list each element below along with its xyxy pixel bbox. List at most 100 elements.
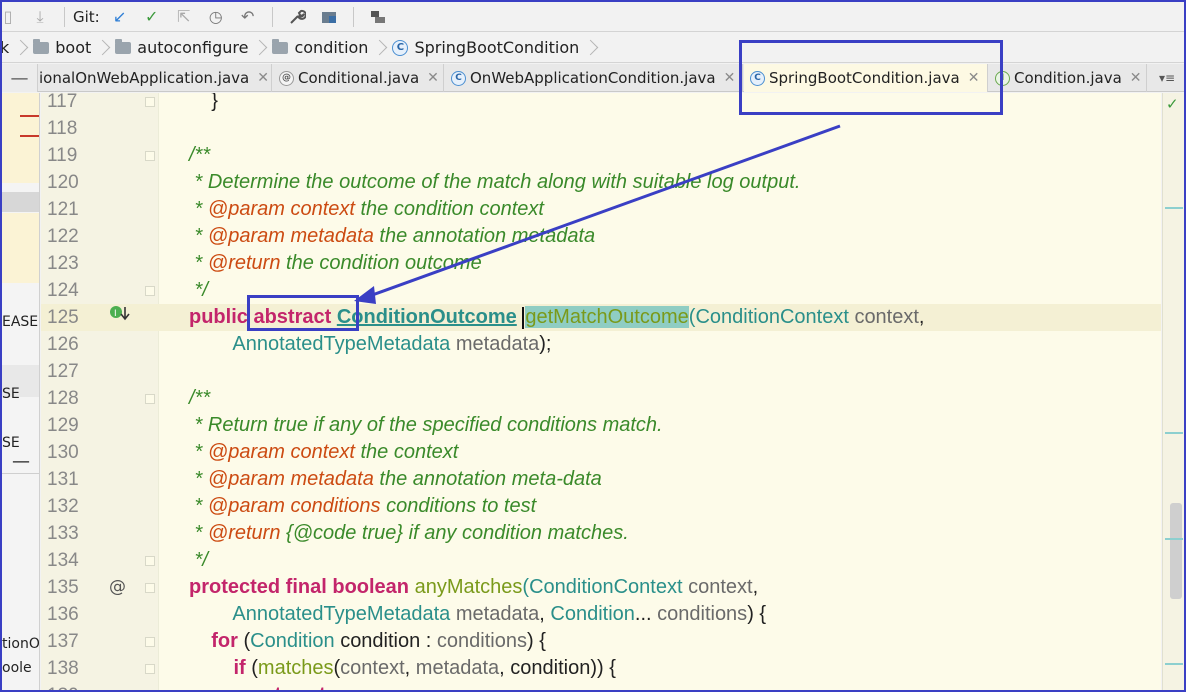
interface-icon: I xyxy=(995,70,1010,86)
tab-onwebapplicationcondition[interactable]: C OnWebApplicationCondition.java ✕ xyxy=(445,64,743,92)
line-number: 121 xyxy=(47,199,79,220)
code-line: 119 /** xyxy=(41,142,1161,169)
toolbar-separator xyxy=(352,6,354,27)
code-text: AnnotatedTypeMetadata metadata); xyxy=(232,333,552,355)
code-line: 132 * @param conditions conditions to te… xyxy=(41,493,1161,520)
git-commit-icon[interactable]: ✓ xyxy=(140,5,164,29)
panel-minus-icon[interactable]: — xyxy=(12,451,30,472)
line-number: 132 xyxy=(47,496,79,517)
implemented-method-icon[interactable]: I xyxy=(109,304,131,331)
code-line: 135 @ protected final boolean anyMatches… xyxy=(41,574,1161,601)
tree-item-label[interactable]: SE xyxy=(2,386,20,402)
fold-marker-icon[interactable] xyxy=(145,394,155,404)
change-marker xyxy=(20,135,39,137)
project-panel-strip: EASE SE SE — tionO oole xyxy=(2,93,40,690)
tab-overflow-menu-icon[interactable]: ▾≡ xyxy=(1150,64,1184,92)
line-number: 137 xyxy=(47,631,79,652)
line-number: 123 xyxy=(47,253,79,274)
tab-conditionalonwebapplication[interactable]: ionalOnWebApplication.java ✕ xyxy=(39,64,272,92)
close-icon[interactable]: ✕ xyxy=(257,70,269,86)
toolbar-separator xyxy=(64,6,65,27)
folder-icon xyxy=(115,38,132,54)
fold-marker-icon[interactable] xyxy=(145,286,155,296)
code-line: 130 * @param context the context xyxy=(41,439,1161,466)
panel-divider xyxy=(2,473,39,474)
line-number: 138 xyxy=(47,658,79,679)
code-text: AnnotatedTypeMetadata metadata, Conditio… xyxy=(232,603,767,625)
toolbar-separator xyxy=(271,6,273,27)
code-line: 128 /** xyxy=(41,385,1161,412)
panel-highlight xyxy=(2,213,39,283)
scroll-marker[interactable] xyxy=(1165,207,1183,209)
git-compare-icon[interactable]: ⇱ xyxy=(172,5,196,29)
tree-item-label[interactable]: SE xyxy=(2,435,20,451)
scroll-marker[interactable] xyxy=(1165,538,1183,540)
breadcrumb-item-condition[interactable]: condition xyxy=(264,38,368,57)
close-icon[interactable]: ✕ xyxy=(427,70,439,86)
tab-label: OnWebApplicationCondition.java xyxy=(470,69,716,87)
abstract-class-icon: C xyxy=(750,70,765,86)
code-line: 131 * @param metadata the annotation met… xyxy=(41,466,1161,493)
code-line: 139 return true; xyxy=(41,682,1161,690)
line-number: 125 xyxy=(47,307,79,328)
close-icon[interactable]: ✕ xyxy=(968,70,980,86)
editor-scrollbar[interactable]: ✓ xyxy=(1162,93,1184,690)
fold-marker-icon[interactable] xyxy=(145,556,155,566)
code-line: 127 xyxy=(41,358,1161,385)
fold-marker-icon[interactable] xyxy=(145,583,155,593)
line-number: 124 xyxy=(47,280,79,301)
tree-item-label[interactable]: oole xyxy=(2,660,32,676)
panel-highlight xyxy=(2,93,39,183)
git-rollback-icon[interactable]: ↶ xyxy=(236,5,260,29)
code-text: * @param conditions conditions to test xyxy=(189,495,537,517)
scroll-marker[interactable] xyxy=(1165,663,1183,665)
project-structure-icon[interactable] xyxy=(317,5,341,29)
sdk-manager-icon[interactable] xyxy=(366,5,390,29)
code-text: * @return {@code true} if any condition … xyxy=(189,522,629,544)
code-text: * Determine the outcome of the match alo… xyxy=(189,171,801,193)
git-update-icon[interactable]: ↙ xyxy=(108,5,132,29)
inspection-ok-check-icon[interactable]: ✓ xyxy=(1166,95,1179,113)
collapse-minus-icon[interactable]: — xyxy=(2,64,38,92)
edit-icon[interactable]: ▯ xyxy=(2,5,20,29)
code-text: for (Condition condition : conditions) { xyxy=(211,630,546,652)
close-icon[interactable]: ✕ xyxy=(724,70,736,86)
scrollbar-thumb[interactable] xyxy=(1170,503,1182,599)
code-line: 121 * @param context the condition conte… xyxy=(41,196,1161,223)
tab-condition[interactable]: I Condition.java ✕ xyxy=(989,64,1147,92)
code-line-current: 125 I public abstract ConditionOutcome g… xyxy=(41,304,1161,331)
tab-conditional[interactable]: @ Conditional.java ✕ xyxy=(273,64,444,92)
git-history-icon[interactable]: ◷ xyxy=(204,5,228,29)
download-icon[interactable]: ⤓ xyxy=(28,5,52,29)
code-line: 117 } xyxy=(41,93,1161,115)
tab-springbootcondition[interactable]: C SpringBootCondition.java ✕ xyxy=(744,64,988,92)
panel-selection xyxy=(2,192,39,212)
code-text: public abstract ConditionOutcome getMatc… xyxy=(189,306,925,329)
settings-wrench-icon[interactable] xyxy=(285,5,309,29)
breadcrumb-item-boot[interactable]: boot xyxy=(25,38,91,57)
breadcrumb-item-autoconfigure[interactable]: autoconfigure xyxy=(107,38,248,57)
code-line: 118 xyxy=(41,115,1161,142)
code-editor[interactable]: 117 } 118 119 /** 120 * Determine the ou… xyxy=(41,93,1161,690)
code-line: 122 * @param metadata the annotation met… xyxy=(41,223,1161,250)
line-number: 120 xyxy=(47,172,79,193)
breadcrumb-label: k xyxy=(0,38,10,57)
breadcrumb-item-springbootcondition[interactable]: C SpringBootCondition xyxy=(384,38,579,57)
fold-marker-icon[interactable] xyxy=(145,151,155,161)
code-line: 124 */ xyxy=(41,277,1161,304)
fold-marker-icon[interactable] xyxy=(145,664,155,674)
svg-text:I: I xyxy=(114,309,117,319)
scroll-marker[interactable] xyxy=(1165,432,1183,434)
code-text: * @param metadata the annotation metadat… xyxy=(189,225,596,247)
override-at-icon[interactable]: @ xyxy=(109,574,126,601)
fold-marker-icon[interactable] xyxy=(145,97,155,107)
breadcrumb-label: boot xyxy=(55,38,92,57)
close-icon[interactable]: ✕ xyxy=(1130,70,1142,86)
tree-item-label[interactable]: EASE xyxy=(2,314,38,330)
fold-marker-icon[interactable] xyxy=(145,637,155,647)
breadcrumb-label: SpringBootCondition xyxy=(414,38,580,57)
breadcrumb-item[interactable]: k xyxy=(2,38,9,57)
code-text: */ xyxy=(189,549,208,571)
tree-item-label[interactable]: tionO xyxy=(2,636,39,652)
code-text: */ xyxy=(189,279,208,301)
